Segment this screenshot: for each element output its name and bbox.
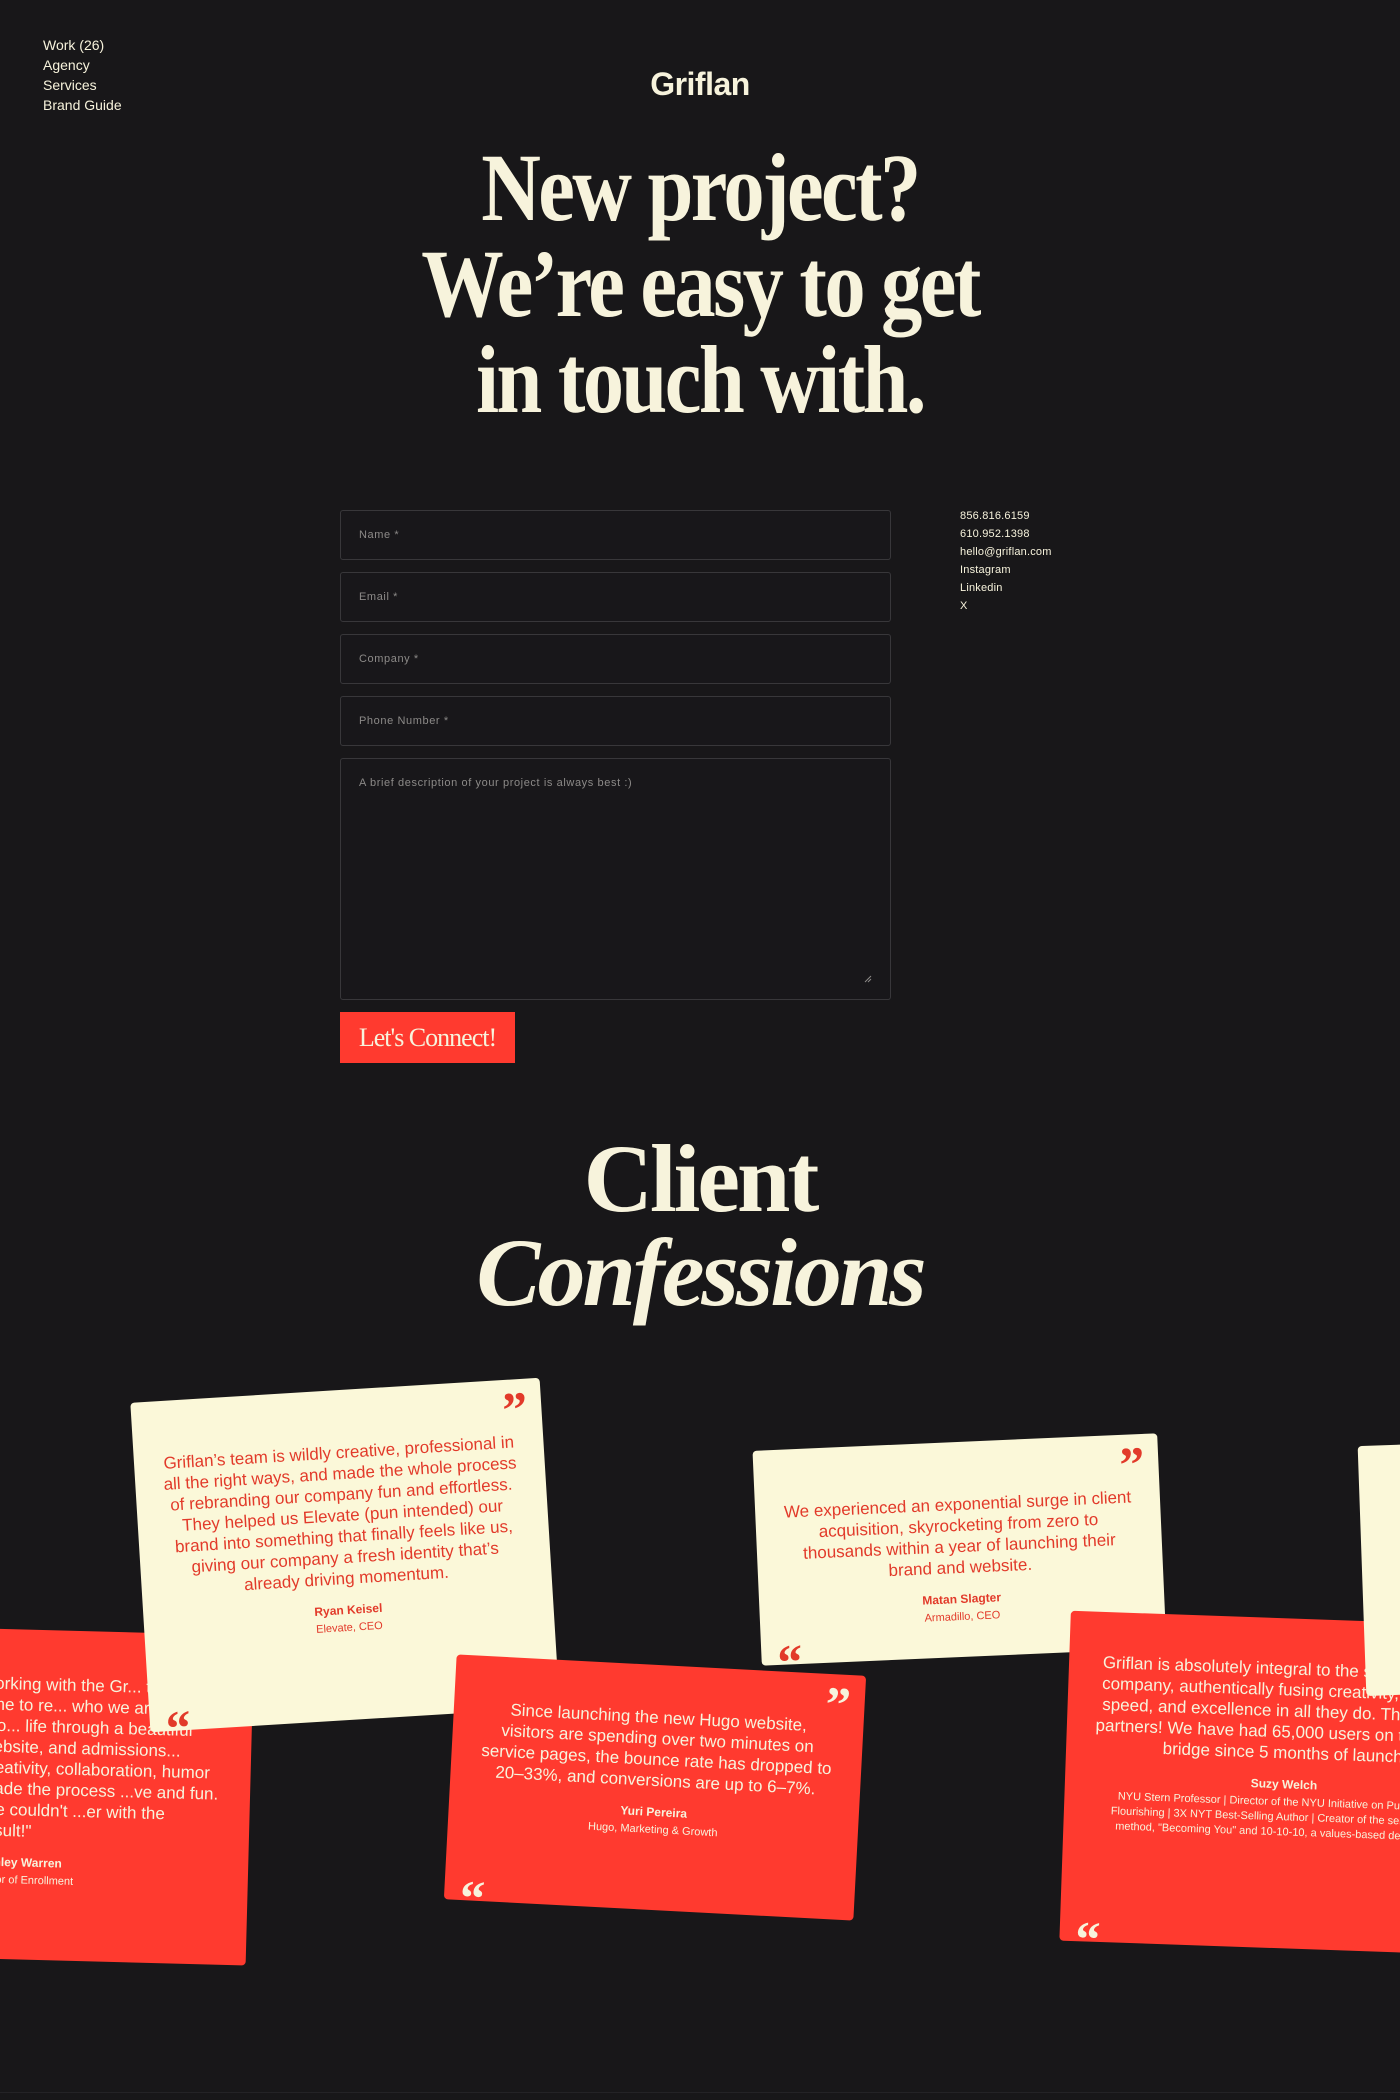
testimonials-heading-line-1: Client	[583, 1125, 820, 1232]
phone-link-2[interactable]: 610.952.1398	[960, 525, 1052, 543]
name-field-wrapper	[340, 510, 891, 560]
testimonial-quote: Griflan’s team is wildly creative, profe…	[162, 1432, 517, 1595]
testimonial-quote: We experienced an exponential surge in c…	[783, 1487, 1132, 1581]
testimonials-heading-line-2: Confessions	[476, 1219, 926, 1326]
phone-link-1[interactable]: 856.816.6159	[960, 507, 1052, 525]
email-field-wrapper	[340, 572, 891, 622]
phone-field-wrapper	[340, 696, 891, 746]
description-textarea[interactable]	[359, 777, 872, 977]
testimonial-quote: Griflan is absolutely integral to the su…	[1095, 1652, 1400, 1767]
testimonial-author: Ashley Warren	[0, 1854, 62, 1871]
description-field-wrapper	[340, 758, 891, 1000]
open-quote-icon: ”	[163, 1681, 192, 1740]
open-quote-icon: ”	[1075, 1893, 1103, 1950]
close-quote-icon: ”	[500, 1380, 530, 1439]
email-link[interactable]: hello@griflan.com	[960, 543, 1052, 561]
testimonial-card-yuri: Since launching the new Hugo website, vi…	[443, 1654, 867, 1921]
name-input[interactable]	[359, 529, 872, 541]
testimonials-heading: Client Confessions	[0, 1125, 1400, 1326]
hero-line-1: New project?	[481, 134, 921, 241]
email-input[interactable]	[359, 591, 872, 603]
open-quote-icon: ”	[775, 1615, 804, 1674]
divider	[0, 2092, 1400, 2093]
lets-connect-button[interactable]: Let's Connect!	[340, 1012, 515, 1063]
nav-item-work[interactable]: Work (26)	[43, 35, 122, 55]
testimonial-role: NYU Stern Professor | Director of the NY…	[1110, 1790, 1400, 1845]
testimonial-quote: Since launching the new Hugo website, vi…	[480, 1700, 833, 1799]
phone-input[interactable]	[359, 715, 872, 727]
instagram-link[interactable]: Instagram	[960, 561, 1052, 579]
company-field-wrapper	[340, 634, 891, 684]
contact-form: Let's Connect!	[340, 510, 891, 1063]
griflan-logo[interactable]: Griflan	[0, 66, 1400, 103]
hero-line-2: We’re easy to get	[421, 230, 981, 337]
open-quote-icon: ”	[459, 1852, 488, 1910]
resize-handle-icon[interactable]	[864, 975, 872, 983]
testimonial-card-suzy: Griflan is absolutely integral to the su…	[1059, 1610, 1400, 1956]
linkedin-link[interactable]: Linkedin	[960, 579, 1052, 597]
close-quote-icon: ”	[824, 1675, 853, 1734]
company-input[interactable]	[359, 653, 872, 665]
x-link[interactable]: X	[960, 597, 1052, 615]
testimonial-role: ...ctor of Enrollment	[0, 1873, 74, 1888]
close-quote-icon: ”	[1118, 1435, 1146, 1493]
hero-line-3: in touch with.	[476, 326, 926, 433]
contact-links: 856.816.6159 610.952.1398 hello@griflan.…	[960, 507, 1052, 615]
hero-heading: New project? We’re easy to get in touch …	[98, 140, 1302, 428]
